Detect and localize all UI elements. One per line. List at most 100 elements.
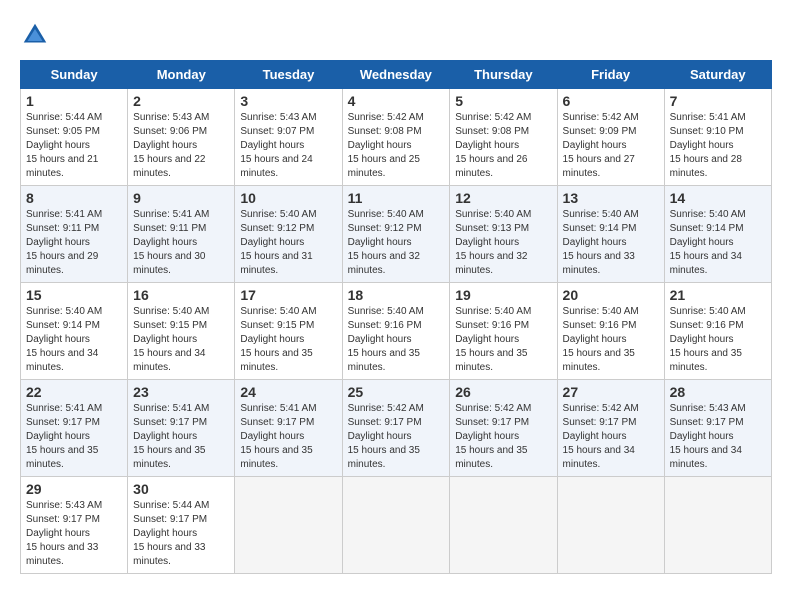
day-number: 2 (133, 93, 229, 109)
weekday-header-friday: Friday (557, 61, 664, 89)
day-number: 18 (348, 287, 445, 303)
calendar-week-row: 15Sunrise: 5:40 AMSunset: 9:14 PMDayligh… (21, 283, 772, 380)
day-number: 23 (133, 384, 229, 400)
day-number: 28 (670, 384, 766, 400)
day-number: 5 (455, 93, 551, 109)
day-number: 21 (670, 287, 766, 303)
weekday-header-sunday: Sunday (21, 61, 128, 89)
day-info: Sunrise: 5:40 AMSunset: 9:12 PMDaylight … (348, 208, 445, 278)
calendar-cell: 6 Sunrise: 5:42 AMSunset: 9:09 PMDaylight… (557, 89, 664, 186)
calendar-cell: 29 Sunrise: 5:43 AMSunset: 9:17 PMDayligh… (21, 477, 128, 574)
day-info: Sunrise: 5:44 AMSunset: 9:05 PMDaylight … (26, 111, 122, 181)
calendar-cell: 16 Sunrise: 5:40 AMSunset: 9:15 PMDayligh… (128, 283, 235, 380)
day-info: Sunrise: 5:40 AMSunset: 9:13 PMDaylight … (455, 208, 551, 278)
day-number: 29 (26, 481, 122, 497)
calendar-cell: 9 Sunrise: 5:41 AMSunset: 9:11 PMDaylight… (128, 186, 235, 283)
day-info: Sunrise: 5:42 AMSunset: 9:17 PMDaylight … (563, 402, 659, 472)
day-number: 12 (455, 190, 551, 206)
day-info: Sunrise: 5:40 AMSunset: 9:14 PMDaylight … (670, 208, 766, 278)
calendar-cell: 13 Sunrise: 5:40 AMSunset: 9:14 PMDayligh… (557, 186, 664, 283)
day-number: 13 (563, 190, 659, 206)
calendar-week-row: 8Sunrise: 5:41 AMSunset: 9:11 PMDaylight… (21, 186, 772, 283)
calendar-cell: 18 Sunrise: 5:40 AMSunset: 9:16 PMDayligh… (342, 283, 450, 380)
day-info: Sunrise: 5:42 AMSunset: 9:17 PMDaylight … (348, 402, 445, 472)
weekday-header-saturday: Saturday (664, 61, 771, 89)
day-info: Sunrise: 5:43 AMSunset: 9:06 PMDaylight … (133, 111, 229, 181)
day-info: Sunrise: 5:41 AMSunset: 9:11 PMDaylight … (133, 208, 229, 278)
day-number: 16 (133, 287, 229, 303)
day-number: 14 (670, 190, 766, 206)
calendar-week-row: 29 Sunrise: 5:43 AMSunset: 9:17 PMDayligh… (21, 477, 772, 574)
calendar-cell: 30 Sunrise: 5:44 AMSunset: 9:17 PMDayligh… (128, 477, 235, 574)
calendar-week-row: 1 Sunrise: 5:44 AMSunset: 9:05 PMDaylight… (21, 89, 772, 186)
day-info: Sunrise: 5:40 AMSunset: 9:16 PMDaylight … (563, 305, 659, 375)
calendar-cell (557, 477, 664, 574)
day-number: 30 (133, 481, 229, 497)
logo (20, 20, 54, 50)
calendar-cell: 19 Sunrise: 5:40 AMSunset: 9:16 PMDayligh… (450, 283, 557, 380)
calendar-header-row: SundayMondayTuesdayWednesdayThursdayFrid… (21, 61, 772, 89)
day-number: 9 (133, 190, 229, 206)
day-info: Sunrise: 5:40 AMSunset: 9:16 PMDaylight … (670, 305, 766, 375)
day-number: 22 (26, 384, 122, 400)
day-number: 25 (348, 384, 445, 400)
day-number: 26 (455, 384, 551, 400)
day-number: 11 (348, 190, 445, 206)
day-info: Sunrise: 5:40 AMSunset: 9:14 PMDaylight … (26, 305, 122, 375)
calendar-cell: 4 Sunrise: 5:42 AMSunset: 9:08 PMDaylight… (342, 89, 450, 186)
day-number: 19 (455, 287, 551, 303)
day-info: Sunrise: 5:40 AMSunset: 9:16 PMDaylight … (348, 305, 445, 375)
calendar-week-row: 22 Sunrise: 5:41 AMSunset: 9:17 PMDayligh… (21, 380, 772, 477)
day-info: Sunrise: 5:40 AMSunset: 9:16 PMDaylight … (455, 305, 551, 375)
weekday-header-tuesday: Tuesday (235, 61, 342, 89)
day-info: Sunrise: 5:42 AMSunset: 9:08 PMDaylight … (348, 111, 445, 181)
calendar-cell: 11 Sunrise: 5:40 AMSunset: 9:12 PMDayligh… (342, 186, 450, 283)
calendar-cell: 1 Sunrise: 5:44 AMSunset: 9:05 PMDaylight… (21, 89, 128, 186)
day-info: Sunrise: 5:40 AMSunset: 9:12 PMDaylight … (240, 208, 336, 278)
day-info: Sunrise: 5:41 AMSunset: 9:11 PMDaylight … (26, 208, 122, 278)
calendar-cell: 3 Sunrise: 5:43 AMSunset: 9:07 PMDaylight… (235, 89, 342, 186)
day-info: Sunrise: 5:40 AMSunset: 9:15 PMDaylight … (133, 305, 229, 375)
day-number: 17 (240, 287, 336, 303)
day-number: 4 (348, 93, 445, 109)
calendar-cell: 12 Sunrise: 5:40 AMSunset: 9:13 PMDayligh… (450, 186, 557, 283)
calendar-cell: 14 Sunrise: 5:40 AMSunset: 9:14 PMDayligh… (664, 186, 771, 283)
page-header (20, 20, 772, 50)
day-number: 6 (563, 93, 659, 109)
calendar-cell (450, 477, 557, 574)
calendar-cell: 8Sunrise: 5:41 AMSunset: 9:11 PMDaylight… (21, 186, 128, 283)
day-number: 7 (670, 93, 766, 109)
calendar-cell: 10 Sunrise: 5:40 AMSunset: 9:12 PMDayligh… (235, 186, 342, 283)
day-info: Sunrise: 5:41 AMSunset: 9:17 PMDaylight … (26, 402, 122, 472)
calendar-cell: 5 Sunrise: 5:42 AMSunset: 9:08 PMDaylight… (450, 89, 557, 186)
day-info: Sunrise: 5:42 AMSunset: 9:09 PMDaylight … (563, 111, 659, 181)
day-number: 24 (240, 384, 336, 400)
day-number: 27 (563, 384, 659, 400)
calendar-cell (235, 477, 342, 574)
day-info: Sunrise: 5:40 AMSunset: 9:14 PMDaylight … (563, 208, 659, 278)
day-number: 3 (240, 93, 336, 109)
calendar-cell: 25 Sunrise: 5:42 AMSunset: 9:17 PMDayligh… (342, 380, 450, 477)
weekday-header-wednesday: Wednesday (342, 61, 450, 89)
calendar-cell: 28 Sunrise: 5:43 AMSunset: 9:17 PMDayligh… (664, 380, 771, 477)
calendar-cell: 24Sunrise: 5:41 AMSunset: 9:17 PMDayligh… (235, 380, 342, 477)
calendar-cell: 15Sunrise: 5:40 AMSunset: 9:14 PMDayligh… (21, 283, 128, 380)
calendar-cell: 27 Sunrise: 5:42 AMSunset: 9:17 PMDayligh… (557, 380, 664, 477)
day-number: 10 (240, 190, 336, 206)
day-info: Sunrise: 5:43 AMSunset: 9:07 PMDaylight … (240, 111, 336, 181)
day-info: Sunrise: 5:43 AMSunset: 9:17 PMDaylight … (670, 402, 766, 472)
day-number: 1 (26, 93, 122, 109)
logo-icon (20, 20, 50, 50)
day-number: 20 (563, 287, 659, 303)
calendar-cell (664, 477, 771, 574)
day-info: Sunrise: 5:44 AMSunset: 9:17 PMDaylight … (133, 499, 229, 569)
calendar-cell: 7Sunrise: 5:41 AMSunset: 9:10 PMDaylight… (664, 89, 771, 186)
calendar-cell (342, 477, 450, 574)
day-info: Sunrise: 5:43 AMSunset: 9:17 PMDaylight … (26, 499, 122, 569)
calendar-cell: 2 Sunrise: 5:43 AMSunset: 9:06 PMDaylight… (128, 89, 235, 186)
calendar-table: SundayMondayTuesdayWednesdayThursdayFrid… (20, 60, 772, 574)
calendar-cell: 17 Sunrise: 5:40 AMSunset: 9:15 PMDayligh… (235, 283, 342, 380)
calendar-cell: 22 Sunrise: 5:41 AMSunset: 9:17 PMDayligh… (21, 380, 128, 477)
day-info: Sunrise: 5:40 AMSunset: 9:15 PMDaylight … (240, 305, 336, 375)
day-info: Sunrise: 5:42 AMSunset: 9:08 PMDaylight … (455, 111, 551, 181)
